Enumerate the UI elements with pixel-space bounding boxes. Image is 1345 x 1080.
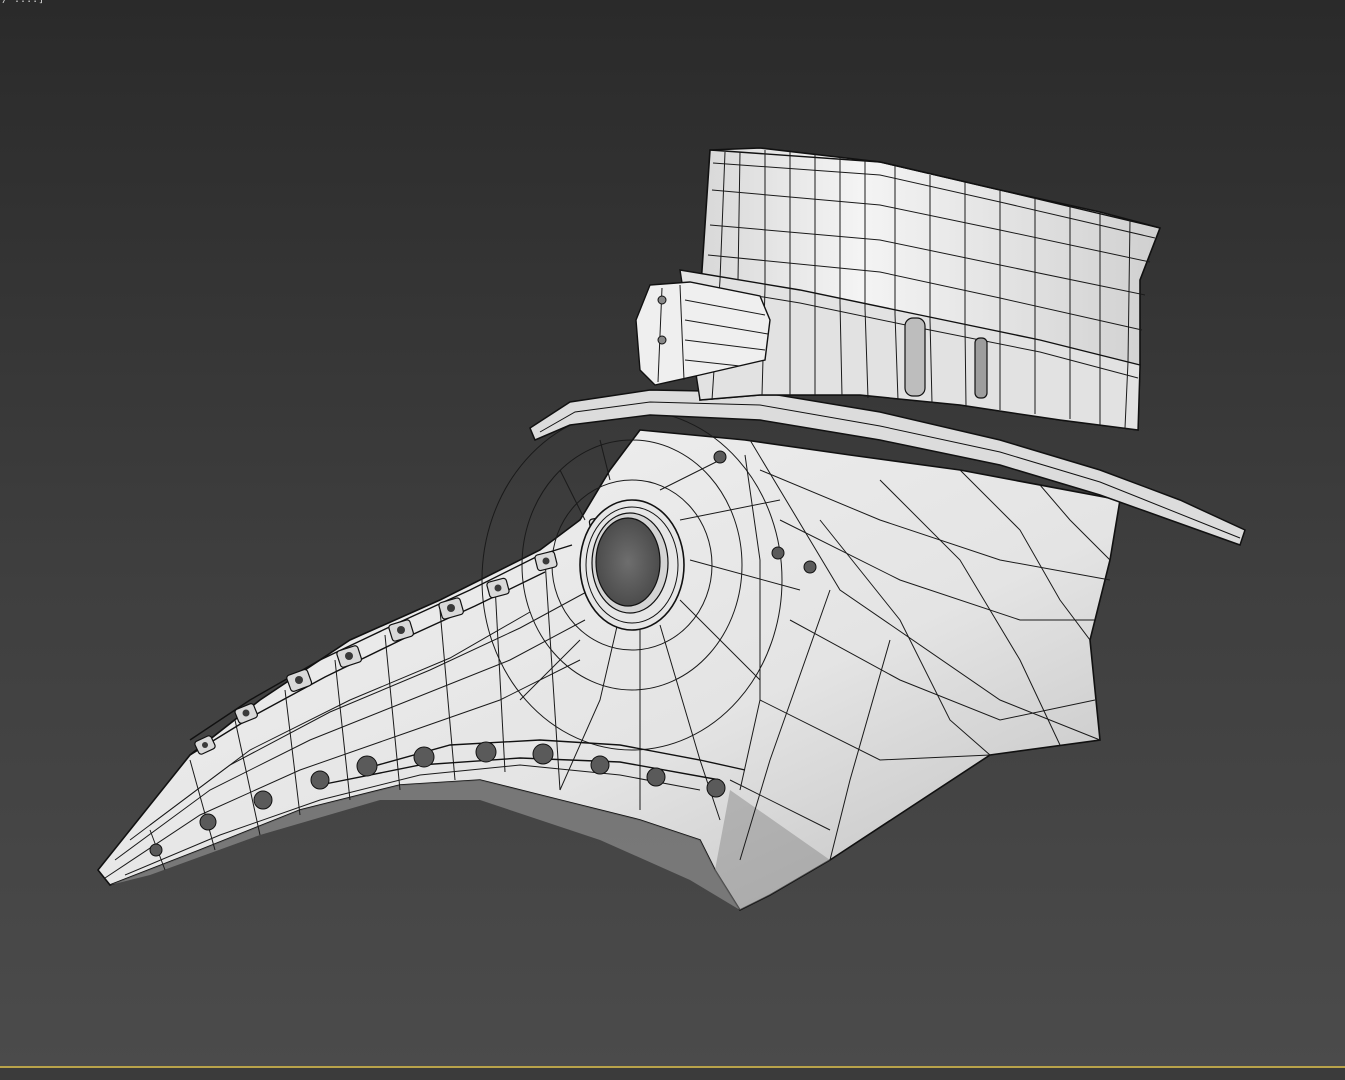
mask-body bbox=[96, 429, 1121, 912]
viewport-active-border bbox=[0, 1066, 1345, 1080]
plague-mask-model[interactable] bbox=[0, 0, 1345, 1066]
3d-viewport[interactable]: / ....] bbox=[0, 0, 1345, 1066]
eye-lens bbox=[579, 499, 685, 631]
